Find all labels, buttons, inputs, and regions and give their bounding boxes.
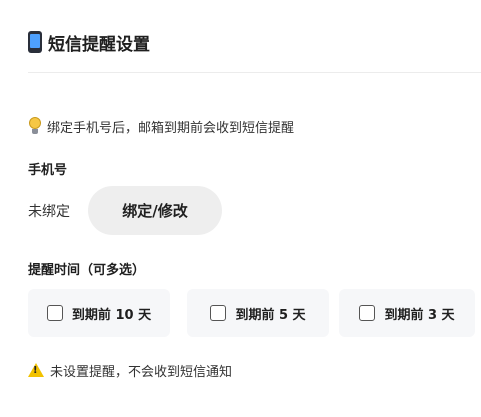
remind-option-label: 到期前 5 天	[235, 307, 306, 323]
bind-tip: 绑定手机号后，邮箱到期前会收到短信提醒	[28, 116, 294, 136]
page-title: 短信提醒设置	[48, 34, 150, 55]
bind-modify-button[interactable]: 绑定/修改	[88, 186, 222, 235]
warning-icon	[28, 363, 44, 377]
phone-status: 未绑定	[28, 204, 70, 220]
remind-option-3-days[interactable]: 到期前 3 天	[339, 289, 475, 337]
checkbox-3-days[interactable]	[359, 305, 376, 321]
header-divider	[28, 72, 481, 73]
checkbox-5-days[interactable]	[210, 305, 227, 321]
remind-option-10-days[interactable]: 到期前 10 天	[28, 289, 170, 337]
lightbulb-icon	[28, 117, 42, 135]
sms-reminder-panel: 短信提醒设置 绑定手机号后，邮箱到期前会收到短信提醒 手机号 未绑定 绑定/修改…	[0, 0, 481, 417]
phone-icon	[28, 31, 42, 53]
remind-time-label: 提醒时间（可多选）	[28, 263, 146, 278]
remind-option-5-days[interactable]: 到期前 5 天	[187, 289, 329, 337]
panel-header: 短信提醒设置	[28, 28, 150, 56]
no-reminder-warning: 未设置提醒，不会收到短信通知	[28, 360, 232, 380]
bind-tip-text: 绑定手机号后，邮箱到期前会收到短信提醒	[47, 120, 295, 136]
warning-text: 未设置提醒，不会收到短信通知	[50, 364, 233, 380]
checkbox-10-days[interactable]	[46, 305, 63, 321]
remind-option-label: 到期前 3 天	[384, 307, 455, 323]
phone-label: 手机号	[28, 163, 68, 178]
remind-option-label: 到期前 10 天	[71, 307, 152, 323]
